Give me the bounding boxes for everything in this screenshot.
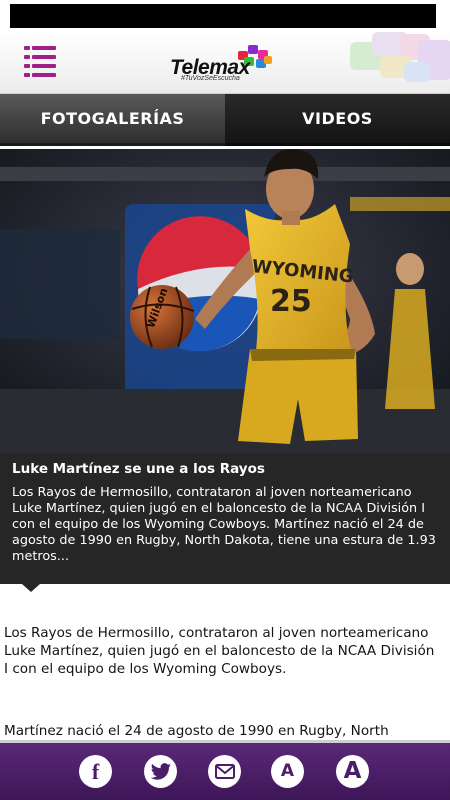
hero-photo[interactable]: WYOMING 25 Wilson — [0, 149, 450, 454]
basketball-player-photo: WYOMING 25 Wilson — [0, 149, 450, 454]
status-bar — [0, 0, 450, 32]
news-excerpt: Los Rayos de Hermosillo, contrataron al … — [12, 485, 436, 564]
font-size-increase-icon: A — [343, 758, 362, 784]
facebook-icon: f — [91, 758, 100, 784]
email-icon — [214, 764, 235, 779]
status-bar-fill — [10, 4, 436, 28]
facebook-share-button[interactable]: f — [79, 755, 112, 788]
tab-fotogalerias[interactable]: FOTOGALERÍAS — [0, 94, 225, 146]
share-bar: f A A — [0, 740, 450, 800]
article-body: Los Rayos de Hermosillo, contrataron al … — [0, 592, 450, 740]
telemax-logo[interactable]: Telemax #TuVozSeEscucha — [168, 42, 280, 86]
article-paragraph: Martínez nació el 24 de agosto de 1990 e… — [4, 723, 389, 739]
news-title: Luke Martínez se une a los Rayos — [12, 461, 265, 477]
news-caption[interactable]: Luke Martínez se une a los Rayos Los Ray… — [0, 454, 450, 584]
caption-pointer — [22, 584, 40, 592]
font-size-decrease-icon: A — [280, 761, 295, 781]
font-size-increase-button[interactable]: A — [336, 755, 369, 788]
svg-text:25: 25 — [270, 284, 312, 319]
article-paragraph: Los Rayos de Hermosillo, contrataron al … — [4, 625, 435, 677]
logo-tagline: #TuVozSeEscucha — [181, 75, 240, 82]
logo-square-orange — [264, 56, 272, 64]
app-header: Telemax #TuVozSeEscucha — [0, 32, 450, 94]
tab-videos[interactable]: VIDEOS — [225, 94, 450, 146]
menu-button[interactable] — [24, 46, 58, 78]
font-size-decrease-button[interactable]: A — [271, 755, 304, 788]
twitter-share-button[interactable] — [144, 755, 177, 788]
email-share-button[interactable] — [208, 755, 241, 788]
section-tabs: FOTOGALERÍAS VIDEOS — [0, 94, 450, 146]
twitter-icon — [150, 762, 171, 780]
logo-square-purple — [248, 45, 258, 54]
